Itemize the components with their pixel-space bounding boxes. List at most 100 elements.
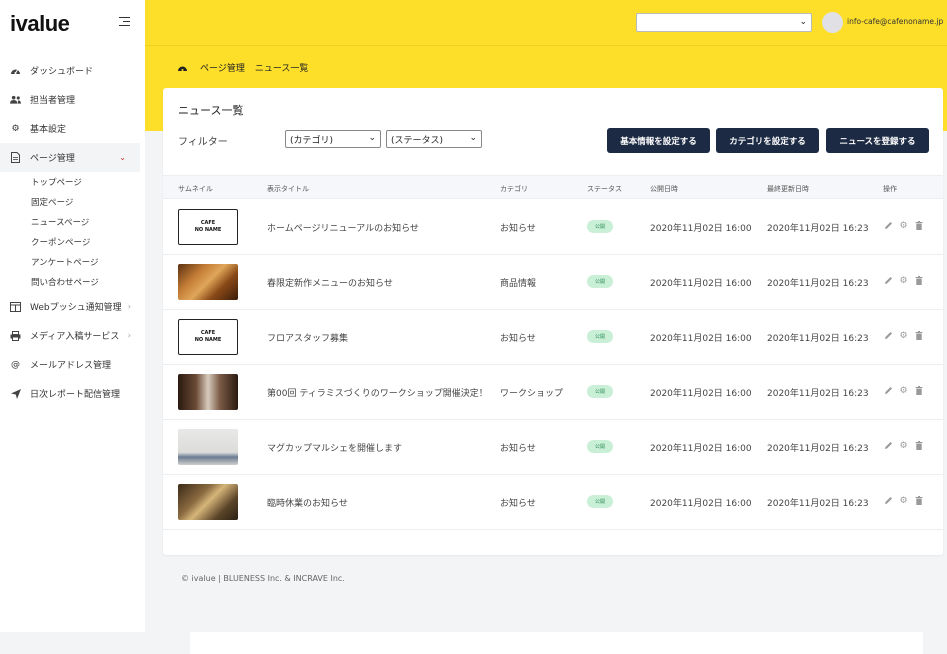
sidebar-item-media[interactable]: メディア入稿サービス › — [0, 321, 145, 350]
gear-icon[interactable]: ⚙ — [899, 441, 908, 451]
table-row[interactable]: CAFE NO NAME ホームページリニューアルのお知らせ お知らせ 2020年11月… — [163, 200, 943, 255]
news-title-link[interactable]: フロアスタッフ募集 — [267, 331, 348, 344]
sidebar-item-label: 日次レポート配信管理 — [30, 390, 121, 400]
sidebar-subitem-fixed-page[interactable]: 固定ページ — [31, 192, 145, 212]
sidebar-subitem-coupon-page[interactable]: クーポンページ — [31, 232, 145, 252]
site-select[interactable]: ⌄ — [636, 13, 812, 32]
news-category: ワークショップ — [500, 389, 564, 399]
column-header: 公開日時 — [650, 185, 678, 193]
news-published-date: 2020年11月02日 16:00 — [650, 334, 752, 344]
sidebar-subnav: トップページ 固定ページ ニュースページ クーポンページ アンケートページ 問い… — [0, 172, 145, 292]
printer-icon — [10, 330, 21, 341]
menu-toggle-icon[interactable] — [119, 17, 130, 26]
dashboard-icon — [10, 65, 21, 76]
sidebar-item-label: メールアドレス管理 — [30, 361, 112, 371]
app-logo[interactable]: ivalue — [10, 11, 70, 37]
status-filter-select[interactable]: (ステータス) ⌄ — [386, 130, 482, 148]
trash-icon[interactable] — [914, 386, 923, 395]
news-updated-date: 2020年11月02日 16:23 — [767, 499, 869, 509]
status-badge: 公開 — [587, 220, 613, 233]
column-header: カテゴリ — [500, 185, 528, 193]
sidebar-item-email[interactable]: @ メールアドレス管理 — [0, 350, 145, 379]
news-title-link[interactable]: 第00回 ティラミスづくりのワークショップ開催決定！ — [267, 386, 488, 399]
chevron-down-icon: ⌄ — [799, 17, 807, 27]
table-row[interactable]: CAFE NO NAME フロアスタッフ募集 お知らせ 2020年11月02日 16:0… — [163, 310, 943, 365]
news-updated-date: 2020年11月02日 16:23 — [767, 224, 869, 234]
dashboard-icon[interactable] — [177, 62, 188, 73]
sidebar-item-label: 担当者管理 — [30, 96, 76, 106]
bottom-panel — [190, 632, 923, 654]
user-email[interactable]: info-cafe@cafenoname.jp — [847, 17, 943, 26]
thumbnail-logo-text: CAFE — [200, 330, 216, 336]
filter-label: フィルター — [178, 137, 228, 148]
edit-icon[interactable] — [884, 221, 893, 230]
table-row[interactable]: 第00回 ティラミスづくりのワークショップ開催決定！ ワークショップ 2020年11… — [163, 365, 943, 420]
news-title-link[interactable]: 臨時休業のお知らせ — [267, 496, 348, 509]
column-header: 操作 — [883, 185, 897, 193]
sidebar-nav: ダッシュボード 担当者管理 ⚙ 基本設定 ページ管理 ⌄ トップページ 固定ペー… — [0, 56, 145, 408]
category-settings-button[interactable]: カテゴリを設定する — [716, 128, 819, 153]
gear-icon[interactable]: ⚙ — [899, 496, 908, 506]
news-title-link[interactable]: マグカップマルシェを開催します — [267, 441, 402, 454]
edit-icon[interactable] — [884, 386, 893, 395]
thumbnail-image — [178, 374, 238, 410]
chevron-right-icon: › — [127, 302, 131, 311]
column-header: サムネイル — [178, 185, 213, 193]
table-row[interactable]: 臨時休業のお知らせ お知らせ 2020年11月02日 16:00 2020年11月02… — [163, 475, 943, 530]
thumbnail-image: CAFE NO NAME — [178, 319, 238, 355]
sidebar-item-dashboard[interactable]: ダッシュボード — [0, 56, 145, 85]
users-icon — [10, 94, 21, 105]
news-category: お知らせ — [500, 334, 536, 344]
row-actions: ⚙ — [884, 221, 923, 231]
gear-icon[interactable]: ⚙ — [899, 386, 908, 396]
column-header: 最終更新日時 — [767, 185, 809, 193]
thumbnail-image — [178, 264, 238, 300]
news-title-link[interactable]: ホームページリニューアルのお知らせ — [267, 221, 419, 234]
sidebar-item-web-push[interactable]: Webプッシュ通知管理 › — [0, 292, 145, 321]
register-news-button[interactable]: ニュースを登録する — [826, 128, 929, 153]
sidebar-item-page-management[interactable]: ページ管理 ⌄ — [0, 143, 140, 172]
gear-icon[interactable]: ⚙ — [899, 276, 908, 286]
edit-icon[interactable] — [884, 331, 893, 340]
edit-icon[interactable] — [884, 441, 893, 450]
breadcrumb-news-list: ニュース一覧 — [254, 64, 309, 74]
sidebar-item-daily-report[interactable]: 日次レポート配信管理 — [0, 379, 145, 408]
news-category: 商品情報 — [500, 279, 537, 289]
table-row[interactable]: マグカップマルシェを開催します お知らせ 2020年11月02日 16:00 2020… — [163, 420, 943, 475]
trash-icon[interactable] — [914, 221, 923, 230]
row-actions: ⚙ — [884, 386, 923, 396]
news-updated-date: 2020年11月02日 16:23 — [767, 334, 869, 344]
thumbnail-image — [178, 429, 238, 465]
table-header: サムネイル 表示タイトル カテゴリ ステータス 公開日時 最終更新日時 操作 — [163, 175, 943, 199]
sidebar-subitem-survey-page[interactable]: アンケートページ — [31, 252, 145, 272]
sidebar-subitem-top-page[interactable]: トップページ — [31, 172, 145, 192]
edit-icon[interactable] — [884, 276, 893, 285]
trash-icon[interactable] — [914, 276, 923, 285]
news-list-card: ニュース一覧 フィルター (カテゴリ) ⌄ (ステータス) ⌄ 基本情報を設定す… — [163, 88, 943, 555]
sidebar-subitem-contact-page[interactable]: 問い合わせページ — [31, 272, 145, 292]
news-published-date: 2020年11月02日 16:00 — [650, 499, 752, 509]
news-category: お知らせ — [500, 224, 536, 234]
news-title-link[interactable]: 春限定新作メニューのお知らせ — [267, 276, 393, 289]
sidebar-item-staff[interactable]: 担当者管理 — [0, 85, 145, 114]
sidebar-item-basic-settings[interactable]: ⚙ 基本設定 — [0, 114, 145, 143]
basic-info-button[interactable]: 基本情報を設定する — [607, 128, 710, 153]
sidebar-subitem-news-page[interactable]: ニュースページ — [31, 212, 145, 232]
thumbnail-image: CAFE NO NAME — [178, 209, 238, 245]
trash-icon[interactable] — [914, 496, 923, 505]
table-row[interactable]: 春限定新作メニューのお知らせ 商品情報 2020年11月02日 16:00 2020年… — [163, 255, 943, 310]
news-category: お知らせ — [500, 444, 536, 454]
gear-icon[interactable]: ⚙ — [899, 221, 908, 231]
thumbnail-image — [178, 484, 238, 520]
document-icon — [10, 152, 21, 163]
gear-icon[interactable]: ⚙ — [899, 331, 908, 341]
category-filter-select[interactable]: (カテゴリ) ⌄ — [285, 130, 381, 148]
trash-icon[interactable] — [914, 441, 923, 450]
news-published-date: 2020年11月02日 16:00 — [650, 389, 752, 399]
trash-icon[interactable] — [914, 331, 923, 340]
edit-icon[interactable] — [884, 496, 893, 505]
news-updated-date: 2020年11月02日 16:23 — [767, 389, 869, 399]
breadcrumb: ページ管理 ニュース一覧 — [177, 61, 318, 74]
avatar[interactable] — [822, 12, 843, 33]
breadcrumb-page-management[interactable]: ページ管理 — [200, 61, 245, 74]
